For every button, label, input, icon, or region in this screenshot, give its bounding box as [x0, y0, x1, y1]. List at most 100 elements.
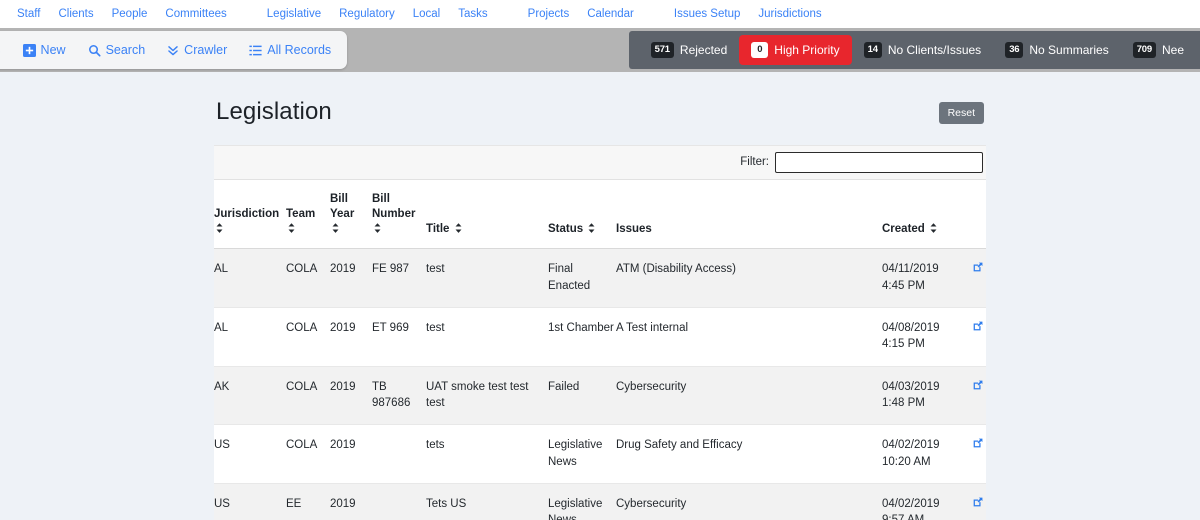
cell-jurisdiction: AL: [214, 248, 286, 308]
sort-icon[interactable]: [216, 223, 223, 238]
nav-legislative[interactable]: Legislative: [258, 0, 330, 28]
nav-regulatory[interactable]: Regulatory: [330, 0, 404, 28]
cell-created-time: 10:20 AM: [882, 455, 931, 468]
th-bill-number[interactable]: Bill Number: [372, 179, 426, 250]
cell-bill-number: [372, 483, 426, 520]
sort-icon[interactable]: [332, 223, 339, 238]
cell-created-date: 04/03/2019: [882, 380, 940, 393]
cell-title: test: [426, 248, 548, 308]
th-team-label: Team: [286, 207, 316, 220]
badge-rejected[interactable]: 571 Rejected: [639, 35, 740, 65]
th-title-label: Title: [426, 223, 450, 236]
th-bill-year[interactable]: Bill Year: [330, 179, 372, 250]
table-row[interactable]: AL COLA 2019 FE 987 test Final Enacted A…: [214, 248, 986, 308]
action-toolbar: Records New Search Crawler: [0, 28, 1200, 72]
badge-rejected-count: 571: [650, 42, 674, 58]
toolbar-new[interactable]: New: [22, 43, 66, 57]
toolbar-new-label: New: [40, 43, 66, 57]
badge-no-summaries[interactable]: 36 No Summaries: [993, 35, 1121, 65]
toolbar-search[interactable]: Search: [88, 43, 145, 57]
sort-icon[interactable]: [588, 223, 595, 238]
th-jurisdiction[interactable]: Jurisdiction: [214, 179, 286, 250]
external-link-icon[interactable]: [972, 320, 984, 337]
cell-issues: Drug Safety and Efficacy: [616, 424, 882, 484]
plus-square-icon: [22, 43, 36, 57]
external-link-icon[interactable]: [972, 437, 984, 454]
nav-people[interactable]: People: [103, 0, 157, 28]
th-jurisdiction-label: Jurisdiction: [214, 207, 280, 220]
table-row[interactable]: AL COLA 2019 ET 969 test 1st Chamber A T…: [214, 307, 986, 367]
th-created[interactable]: Created: [882, 179, 960, 250]
reset-button[interactable]: Reset: [938, 102, 984, 124]
nav-projects[interactable]: Projects: [519, 0, 579, 28]
sort-icon[interactable]: [930, 223, 937, 238]
th-issues[interactable]: Issues: [616, 179, 882, 250]
sort-icon[interactable]: [288, 223, 295, 238]
list-icon: [249, 44, 262, 57]
toolbar-all-records[interactable]: All Records: [249, 43, 331, 57]
cell-created: 04/08/2019 4:15 PM: [882, 307, 960, 367]
cell-team: COLA: [286, 248, 330, 308]
nav-committees[interactable]: Committees: [156, 0, 235, 28]
table-row[interactable]: US COLA 2019 tets Legislative News Drug …: [214, 424, 986, 484]
toolbar-all-records-label: All Records: [267, 43, 332, 57]
cell-title: tets: [426, 424, 548, 484]
cell-actions: [960, 424, 986, 484]
search-icon: [88, 44, 101, 57]
toolbar-crawler-label: Crawler: [184, 43, 228, 57]
cell-actions: [960, 248, 986, 308]
cell-issues: Cybersecurity: [616, 483, 882, 520]
cell-created: 04/02/2019 9:57 AM: [882, 483, 960, 520]
cell-created-date: 04/02/2019: [882, 497, 940, 510]
toolbar-crawler[interactable]: Crawler: [167, 43, 227, 57]
filter-label: Filter:: [740, 156, 769, 169]
cell-created: 04/11/2019 4:45 PM: [882, 248, 960, 308]
nav-local[interactable]: Local: [404, 0, 450, 28]
toolbar-records-label: Records: [0, 43, 1, 57]
nav-group-1: Staff Clients People Committees: [8, 0, 236, 28]
cell-created: 04/03/2019 1:48 PM: [882, 366, 960, 426]
nav-tasks[interactable]: Tasks: [449, 0, 496, 28]
cell-status: Final Enacted: [548, 248, 616, 308]
external-link-icon[interactable]: [972, 496, 984, 513]
table-row[interactable]: US EE 2019 Tets US Legislative News Cybe…: [214, 483, 986, 520]
nav-jurisdictions[interactable]: Jurisdictions: [749, 0, 830, 28]
cell-team: COLA: [286, 307, 330, 367]
external-link-icon[interactable]: [972, 261, 984, 278]
cell-jurisdiction: AL: [214, 307, 286, 367]
filter-input[interactable]: [775, 151, 983, 173]
table-row[interactable]: AK COLA 2019 TB 987686 UAT smoke test te…: [214, 366, 986, 426]
cell-jurisdiction: US: [214, 483, 286, 520]
cell-status: Legislative News: [548, 424, 616, 484]
badge-no-summaries-label: No Summaries: [1029, 43, 1109, 57]
table-panel: Filter: Jurisdiction Team Bill Year Bill…: [214, 144, 986, 520]
th-status[interactable]: Status: [548, 179, 616, 250]
badge-no-clients-issues[interactable]: 14 No Clients/Issues: [852, 35, 994, 65]
th-title[interactable]: Title: [426, 179, 548, 250]
cell-created: 04/02/2019 10:20 AM: [882, 424, 960, 484]
nav-staff[interactable]: Staff: [8, 0, 49, 28]
nav-issues-setup[interactable]: Issues Setup: [665, 0, 749, 28]
status-badge-bar: 571 Rejected 0 High Priority 14 No Clien…: [628, 31, 1200, 69]
th-actions: [960, 179, 986, 250]
sort-icon[interactable]: [455, 223, 462, 238]
th-team[interactable]: Team: [286, 179, 330, 250]
cell-team: COLA: [286, 366, 330, 426]
nav-calendar[interactable]: Calendar: [578, 0, 643, 28]
th-issues-label: Issues: [616, 223, 652, 236]
main-content: Legislation Reset Filter: Jurisdiction T…: [0, 72, 1200, 520]
nav-group-4: Issues Setup Jurisdictions: [665, 0, 831, 28]
toolbar-records[interactable]: Records: [0, 43, 1, 57]
nav-clients[interactable]: Clients: [49, 0, 102, 28]
badge-needs[interactable]: 709 Nee: [1121, 35, 1196, 65]
external-link-icon[interactable]: [972, 379, 984, 396]
cell-bill-year: 2019: [330, 366, 372, 426]
cell-issues: ATM (Disability Access): [616, 248, 882, 308]
badge-high-priority[interactable]: 0 High Priority: [739, 35, 852, 65]
toolbar-panel: Records New Search Crawler: [0, 31, 348, 69]
cell-created-date: 04/02/2019: [882, 439, 940, 452]
cell-created-time: 4:15 PM: [882, 338, 925, 351]
cell-status: Legislative News: [548, 483, 616, 520]
sort-icon[interactable]: [374, 223, 381, 238]
cell-actions: [960, 483, 986, 520]
